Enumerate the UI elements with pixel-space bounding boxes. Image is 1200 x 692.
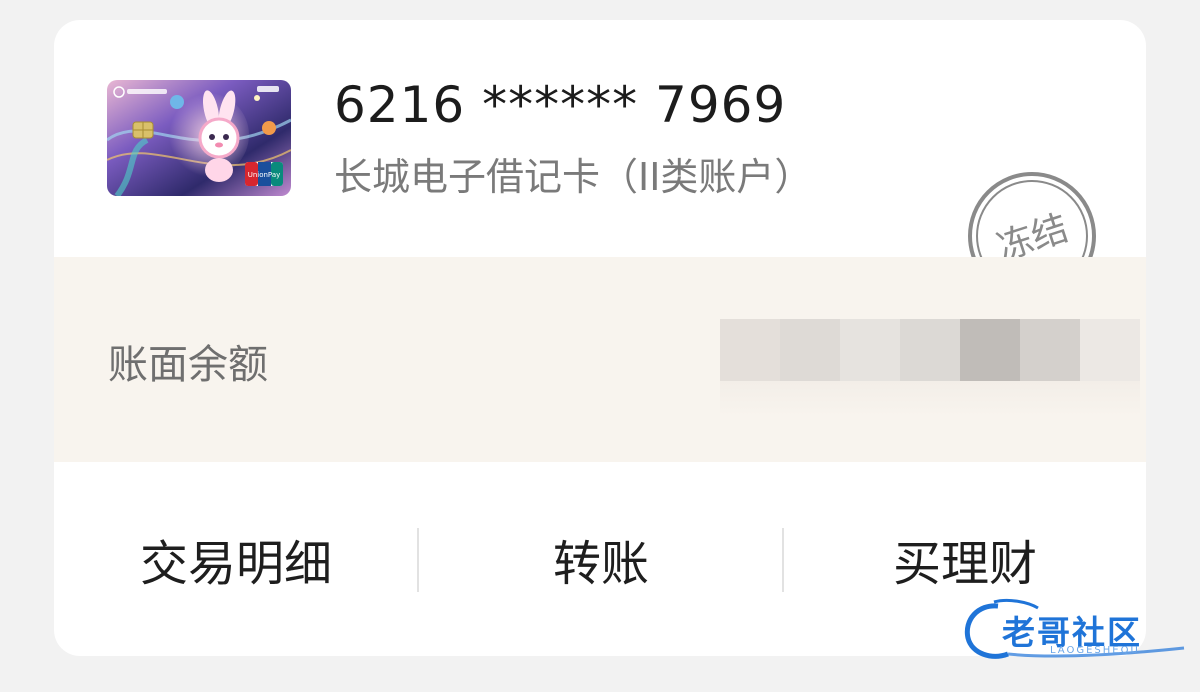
transfer-label: 转账: [552, 536, 649, 592]
transaction-details-label: 交易明细: [139, 536, 332, 592]
debit-card-image: UnionPay: [107, 80, 291, 196]
account-type: 长城电子借记卡（II类账户）: [334, 155, 813, 199]
transfer-button[interactable]: 转账: [419, 462, 783, 656]
account-number: 6216 ****** 7969: [334, 76, 787, 134]
card-network-logo: UnionPay: [248, 171, 281, 179]
balance-label: 账面余额: [108, 342, 268, 388]
transaction-details-button[interactable]: 交易明细: [54, 462, 418, 656]
balance-section: 账面余额: [54, 257, 1146, 462]
buy-wealth-label: 买理财: [892, 536, 1037, 592]
balance-amount-blurred: [720, 319, 1140, 417]
watermark-subtext: LAOGESHEQU: [1050, 645, 1140, 656]
card-artwork-icon: UnionPay: [107, 80, 291, 196]
account-header[interactable]: UnionPay 6216 ****** 7969 长城电子借记卡（II类账户）…: [54, 20, 1146, 300]
account-card: UnionPay 6216 ****** 7969 长城电子借记卡（II类账户）…: [54, 20, 1146, 656]
site-watermark: 老哥社区 LAOGESHEQU: [958, 598, 1194, 664]
